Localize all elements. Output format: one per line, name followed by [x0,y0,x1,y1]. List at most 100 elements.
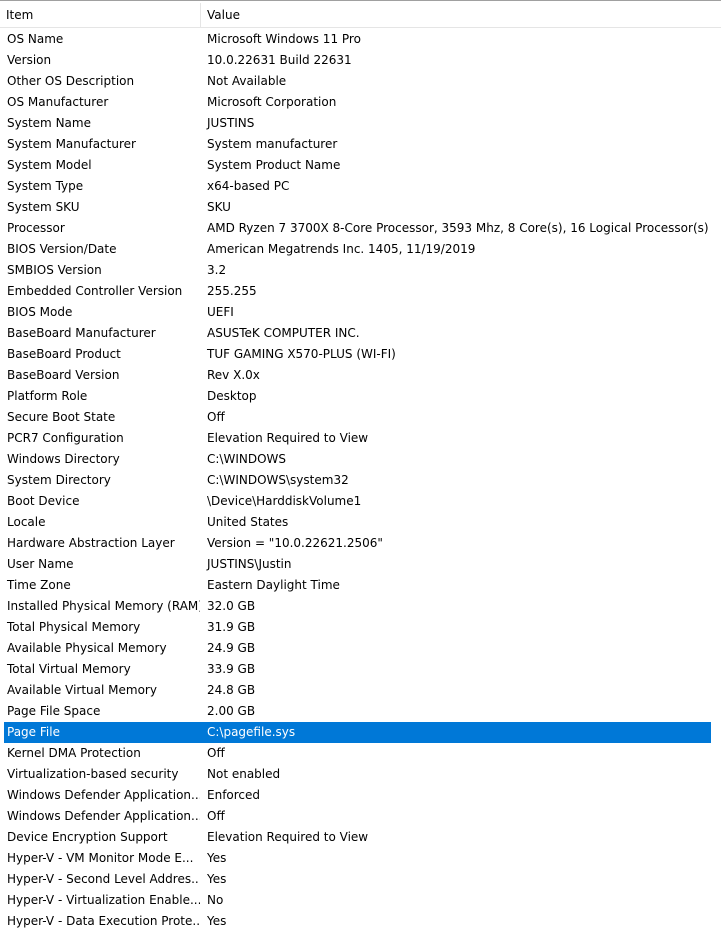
row-item-label: System Model [7,158,92,172]
table-row[interactable]: System SKU SKU [0,197,721,218]
row-item-label: SMBIOS Version [7,263,102,277]
row-value: UEFI [207,305,234,319]
table-row[interactable]: System Directory C:\WINDOWS\system32 [0,470,721,491]
table-row[interactable]: BaseBoard Version Rev X.0x [0,365,721,386]
table-row[interactable]: Device Encryption Support Elevation Requi… [0,827,721,848]
row-value: Yes [207,914,227,928]
column-header-value[interactable]: Value [201,3,721,27]
row-value: Microsoft Corporation [207,95,337,109]
row-value: System Product Name [207,158,341,172]
table-row[interactable]: Embedded Controller Version 255.255 [0,281,721,302]
table-row[interactable]: Hyper-V - Virtualization Enable... No [0,890,721,911]
table-row[interactable]: BaseBoard Product TUF GAMING X570-PLUS (W… [0,344,721,365]
table-row[interactable]: Hyper-V - Data Execution Prote... Yes [0,911,721,932]
row-item-label: Hardware Abstraction Layer [7,536,175,550]
row-item-label: Time Zone [7,578,71,592]
table-row[interactable]: User Name JUSTINS\Justin [0,554,721,575]
table-row[interactable]: Processor AMD Ryzen 7 3700X 8-Core Proces… [0,218,721,239]
table-row[interactable]: BaseBoard Manufacturer ASUSTeK COMPUTER I… [0,323,721,344]
table-row[interactable]: OS Manufacturer Microsoft Corporation [0,92,721,113]
row-item-label: OS Name [7,32,64,46]
table-row[interactable]: Boot Device \Device\HarddiskVolume1 [0,491,721,512]
row-value: Yes [207,872,227,886]
row-item-label: System Directory [7,473,111,487]
table-row[interactable]: System Name JUSTINS [0,113,721,134]
row-value: Rev X.0x [207,368,260,382]
row-item-label: Hyper-V - VM Monitor Mode E... [7,851,194,865]
row-item-label: Other OS Description [7,74,135,88]
table-row[interactable]: Kernel DMA Protection Off [0,743,721,764]
table-row[interactable]: Available Virtual Memory 24.8 GB [0,680,721,701]
row-item-label: Kernel DMA Protection [7,746,141,760]
row-item-label: Total Physical Memory [7,620,141,634]
row-value: Elevation Required to View [207,830,369,844]
row-value: 3.2 [207,263,227,277]
row-item-label: BIOS Version/Date [7,242,117,256]
table-row[interactable]: OS Name Microsoft Windows 11 Pro [0,29,721,50]
table-row[interactable]: Total Physical Memory 31.9 GB [0,617,721,638]
table-row[interactable]: Hardware Abstraction Layer Version = "10.… [0,533,721,554]
table-row[interactable]: Version 10.0.22631 Build 22631 [0,50,721,71]
table-row[interactable]: Platform Role Desktop [0,386,721,407]
table-row[interactable]: Hyper-V - VM Monitor Mode E... Yes [0,848,721,869]
row-item-label: OS Manufacturer [7,95,109,109]
table-row[interactable]: BIOS Mode UEFI [0,302,721,323]
row-item-label: Platform Role [7,389,88,403]
table-row[interactable]: Virtualization-based security Not enabled [0,764,721,785]
table-row-selected[interactable]: Page File C:\pagefile.sys [4,722,711,743]
row-value: 33.9 GB [207,662,256,676]
table-row[interactable]: PCR7 Configuration Elevation Required to … [0,428,721,449]
row-value: AMD Ryzen 7 3700X 8-Core Processor, 3593… [207,221,709,235]
table-row[interactable]: Locale United States [0,512,721,533]
row-item-label: System Type [7,179,84,193]
table-row[interactable]: BIOS Version/Date American Megatrends Inc… [0,239,721,260]
top-divider [0,0,721,1]
table-row[interactable]: System Manufacturer System manufacturer [0,134,721,155]
row-item-label: Page File Space [7,704,101,718]
row-value: Microsoft Windows 11 Pro [207,32,361,46]
row-item-label: Page File [7,725,60,739]
table-row[interactable]: Time Zone Eastern Daylight Time [0,575,721,596]
row-item-label: Embedded Controller Version [7,284,183,298]
row-value: C:\pagefile.sys [207,725,296,739]
row-value: United States [207,515,289,529]
row-item-label: Version [7,53,52,67]
table-row[interactable]: Installed Physical Memory (RAM) 32.0 GB [0,596,721,617]
row-value: Eastern Daylight Time [207,578,340,592]
system-summary-list[interactable]: Item Value OS Name Microsoft Windows 11 P… [0,0,721,932]
row-item-label: PCR7 Configuration [7,431,124,445]
table-row[interactable]: Other OS Description Not Available [0,71,721,92]
table-row[interactable]: Secure Boot State Off [0,407,721,428]
row-value: Desktop [207,389,257,403]
row-value: 2.00 GB [207,704,256,718]
list-rows: OS Name Microsoft Windows 11 Pro Version 10… [0,29,721,932]
row-item-label: Available Virtual Memory [7,683,157,697]
row-value: Off [207,746,225,760]
table-row[interactable]: Total Virtual Memory 33.9 GB [0,659,721,680]
row-value: TUF GAMING X570-PLUS (WI-FI) [207,347,396,361]
row-value: Version = "10.0.22621.2506" [207,536,383,550]
column-header-item[interactable]: Item [0,3,201,27]
row-item-label: Hyper-V - Second Level Addres... [7,872,200,886]
table-row[interactable]: Page File Space 2.00 GB [0,701,721,722]
table-row[interactable]: System Type x64-based PC [0,176,721,197]
table-row[interactable]: Hyper-V - Second Level Addres... Yes [0,869,721,890]
table-row[interactable]: Windows Defender Application... Enforced [0,785,721,806]
row-value: Elevation Required to View [207,431,369,445]
table-row[interactable]: Available Physical Memory 24.9 GB [0,638,721,659]
table-row[interactable]: Windows Directory C:\WINDOWS [0,449,721,470]
row-item-label: Boot Device [7,494,80,508]
row-value: 24.8 GB [207,683,256,697]
row-item-label: Hyper-V - Data Execution Prote... [7,914,200,928]
row-value: 32.0 GB [207,599,256,613]
row-item-label: Device Encryption Support [7,830,168,844]
row-value: Not enabled [207,767,281,781]
row-value: C:\WINDOWS [207,452,287,466]
row-value: Yes [207,851,227,865]
row-item-label: Hyper-V - Virtualization Enable... [7,893,200,907]
table-row[interactable]: Windows Defender Application... Off [0,806,721,827]
row-value: x64-based PC [207,179,290,193]
row-value: C:\WINDOWS\system32 [207,473,349,487]
table-row[interactable]: System Model System Product Name [0,155,721,176]
table-row[interactable]: SMBIOS Version 3.2 [0,260,721,281]
